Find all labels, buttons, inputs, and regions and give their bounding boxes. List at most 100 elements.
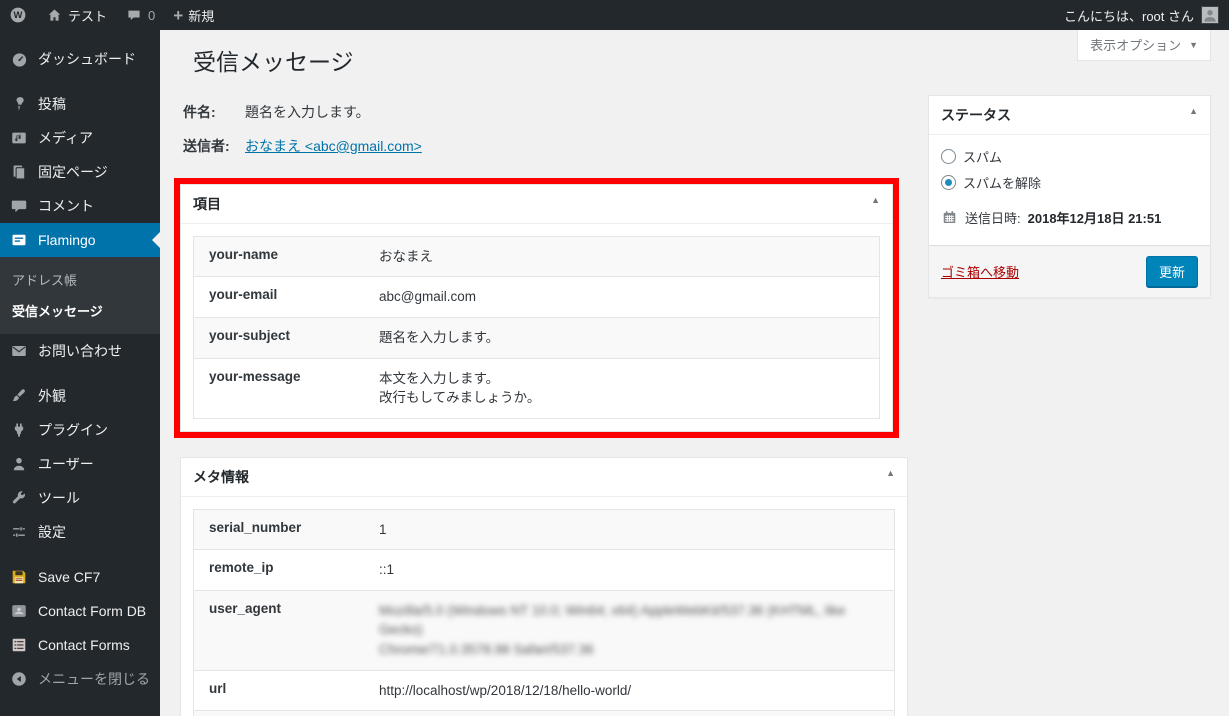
submenu-item-address-book[interactable]: アドレス帳	[0, 264, 160, 295]
radio-button-checked[interactable]	[941, 175, 956, 190]
sidebar-item-label: お問い合わせ	[38, 343, 122, 359]
sidebar-item-posts[interactable]: 投稿	[0, 87, 160, 121]
pushpin-icon	[9, 94, 29, 114]
sidebar-item-pages[interactable]: 固定ページ	[0, 155, 160, 189]
user-greeting[interactable]: こんにちは、root さん	[1064, 6, 1194, 25]
meta-panel: メタ情報 ▲ serial_number 1 remote_ip ::1 use…	[180, 456, 908, 716]
from-link[interactable]: おなまえ <abc@gmail.com>	[245, 136, 422, 156]
sidebar-item-label: ダッシュボード	[38, 51, 136, 67]
list-icon	[9, 635, 29, 655]
comment-icon	[9, 196, 29, 216]
sidebar-item-label: Contact Form DB	[38, 603, 147, 619]
new-content-menu[interactable]: + 新規	[164, 0, 223, 30]
sidebar-item-dashboard[interactable]: ダッシュボード	[0, 42, 160, 76]
brush-icon	[9, 386, 29, 406]
sidebar-item-media[interactable]: メディア	[0, 121, 160, 155]
redacted-user-agent: Chrome/71.0.3578.98 Safari/537.36	[379, 641, 594, 657]
site-name-label: テスト	[68, 8, 108, 24]
sidebar-item-collapse-menu[interactable]: メニューを閉じる	[0, 662, 160, 696]
table-row: your-name おなまえ	[194, 236, 879, 277]
submitted-date-value: 2018年12月18日 21:51	[1027, 211, 1162, 226]
subject-value: 題名を入力します。	[245, 103, 370, 120]
plus-icon: +	[173, 5, 184, 25]
subject-label: 件名:	[183, 103, 216, 120]
fields-panel-title: 項目	[193, 195, 221, 212]
sidebar-item-label: コメント	[38, 198, 94, 214]
table-row: url http://localhost/wp/2018/12/18/hello…	[194, 669, 894, 711]
sidebar-item-flamingo[interactable]: Flamingo	[0, 223, 160, 257]
admin-sidebar: ダッシュボード 投稿 メディア 固定ページ コメント Flamingo アドレス…	[0, 30, 160, 716]
admin-bar: W テスト 0 + 新規 こんにちは、root さん	[0, 0, 1229, 30]
sidebar-item-label: ユーザー	[38, 456, 94, 472]
admin-content-area: 表示オプション ▼ 受信メッセージ 件名: 題名を入力します。 送信者: おなま…	[160, 30, 1229, 716]
redacted-user-agent: Mozilla/5.0 (Windows NT 10.0; Win64; x64…	[379, 602, 846, 638]
table-row: date 2018年12月18日	[194, 710, 894, 716]
new-label: 新規	[188, 8, 215, 24]
radio-label: スパム	[963, 150, 1003, 165]
sidebar-item-save-cf7[interactable]: Save CF7	[0, 560, 160, 594]
radio-button-unchecked[interactable]	[941, 149, 956, 164]
status-panel-footer: ゴミ箱へ移動 更新	[929, 245, 1210, 297]
comments-count: 0	[148, 7, 156, 23]
home-icon	[45, 6, 63, 24]
sidebar-item-settings[interactable]: 設定	[0, 515, 160, 549]
sidebar-item-label: 外観	[38, 388, 66, 404]
fields-panel: 項目 ▲ your-name おなまえ your-email abc@gmail…	[180, 183, 893, 432]
red-annotation-box: 項目 ▲ your-name おなまえ your-email abc@gmail…	[174, 177, 899, 438]
sidebar-item-label: Save CF7	[38, 569, 101, 585]
collapse-toggle-icon[interactable]: ▲	[871, 195, 880, 205]
site-name-link[interactable]: テスト	[36, 0, 116, 30]
table-row: serial_number 1	[194, 509, 894, 550]
sidebar-item-label: メディア	[38, 130, 94, 146]
submenu-item-inbound-messages[interactable]: 受信メッセージ	[0, 295, 160, 326]
sidebar-item-contact-forms[interactable]: Contact Forms	[0, 628, 160, 662]
from-label: 送信者:	[183, 137, 230, 154]
radio-spam[interactable]: スパム	[941, 147, 1198, 166]
fields-table: your-name おなまえ your-email abc@gmail.com …	[193, 235, 880, 419]
sidebar-item-label: 固定ページ	[38, 164, 108, 180]
sidebar-item-plugins[interactable]: プラグイン	[0, 413, 160, 447]
sidebar-item-contact-form-db[interactable]: Contact Form DB	[0, 594, 160, 628]
update-button[interactable]: 更新	[1145, 256, 1198, 287]
status-panel-title: ステータス	[941, 107, 1011, 123]
from-line: 送信者: おなまえ <abc@gmail.com>	[183, 136, 905, 156]
meta-table: serial_number 1 remote_ip ::1 user_agent…	[193, 508, 895, 716]
radio-label: スパムを解除	[963, 176, 1042, 191]
pages-icon	[9, 162, 29, 182]
page-title: 受信メッセージ	[193, 49, 354, 75]
move-to-trash-link[interactable]: ゴミ箱へ移動	[941, 262, 1019, 281]
sidebar-item-tools[interactable]: ツール	[0, 481, 160, 515]
table-row: your-message 本文を入力します。 改行もしてみましょうか。	[194, 357, 879, 418]
sidebar-item-appearance[interactable]: 外観	[0, 379, 160, 413]
meta-panel-header: メタ情報 ▲	[181, 458, 907, 497]
subject-line: 件名: 題名を入力します。	[183, 102, 905, 122]
main-column: 件名: 題名を入力します。 送信者: おなまえ <abc@gmail.com> …	[174, 102, 908, 716]
sidebar-item-label: プラグイン	[38, 422, 108, 438]
avatar[interactable]	[1201, 6, 1219, 24]
collapse-toggle-icon[interactable]: ▲	[886, 468, 895, 478]
wrench-icon	[9, 488, 29, 508]
mail-icon	[9, 341, 29, 361]
sidebar-item-users[interactable]: ユーザー	[0, 447, 160, 481]
sidebar-item-label: 投稿	[38, 96, 66, 112]
comments-menu[interactable]: 0	[116, 0, 164, 30]
submitted-date-line: 送信日時: 2018年12月18日 21:51	[941, 208, 1198, 227]
table-row: your-subject 題名を入力します。	[194, 317, 879, 358]
contact-form-db-icon	[9, 601, 29, 621]
flamingo-submenu: アドレス帳 受信メッセージ	[0, 257, 160, 334]
dashboard-icon	[9, 49, 29, 69]
sidebar-item-contact[interactable]: お問い合わせ	[0, 334, 160, 368]
side-column: ステータス ▲ スパム スパムを解除 送信日時: 2018年12月18日 21:…	[928, 95, 1211, 298]
calendar-icon	[941, 209, 958, 226]
plug-icon	[9, 420, 29, 440]
collapse-toggle-icon[interactable]: ▲	[1189, 106, 1198, 116]
sidebar-item-comments[interactable]: コメント	[0, 189, 160, 223]
table-row: user_agent Mozilla/5.0 (Windows NT 10.0;…	[194, 589, 894, 670]
wordpress-logo-menu[interactable]: W	[0, 0, 36, 30]
meta-panel-title: メタ情報	[193, 468, 249, 485]
comment-bubble-icon	[125, 6, 143, 24]
fields-panel-header: 項目 ▲	[181, 185, 892, 224]
flamingo-icon	[9, 230, 29, 250]
sidebar-item-label: メニューを閉じる	[38, 671, 150, 687]
radio-unspam[interactable]: スパムを解除	[941, 173, 1198, 192]
